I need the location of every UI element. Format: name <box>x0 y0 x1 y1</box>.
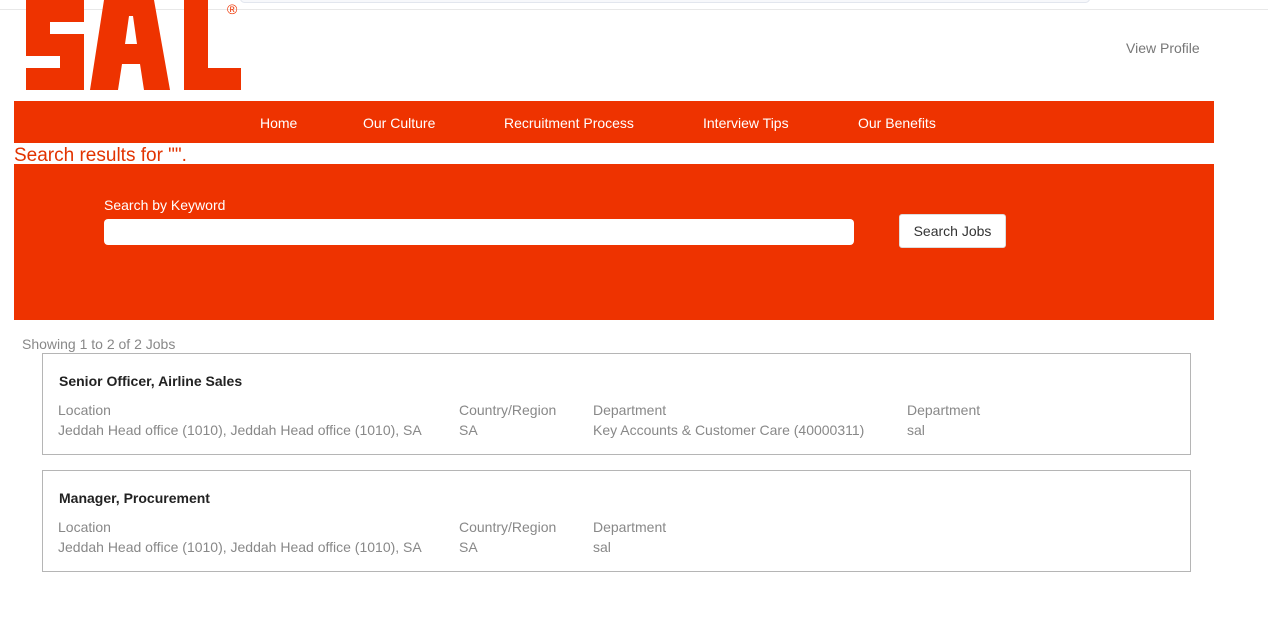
nav-recruitment-process[interactable]: Recruitment Process <box>504 115 634 131</box>
location-label: Location <box>58 402 111 418</box>
keyword-label: Search by Keyword <box>104 197 226 213</box>
department-value: sal <box>593 539 611 555</box>
country-region-value: SA <box>459 422 478 438</box>
keyword-search-input[interactable] <box>104 219 854 245</box>
search-jobs-button[interactable]: Search Jobs <box>899 214 1006 248</box>
address-bar-edge <box>240 0 1090 3</box>
sal-logo-mark <box>26 0 241 90</box>
department-label: Department <box>593 519 667 535</box>
nav-our-benefits[interactable]: Our Benefits <box>858 115 936 131</box>
department-label: Department <box>593 402 667 418</box>
country-region-label: Country/Region <box>459 519 557 535</box>
country-region-value: SA <box>459 539 478 555</box>
location-label: Location <box>58 519 111 535</box>
nav-our-culture[interactable]: Our Culture <box>363 115 435 131</box>
location-value: Jeddah Head office (1010), Jeddah Head o… <box>58 539 422 555</box>
registered-mark: ® <box>227 1 238 17</box>
location-value: Jeddah Head office (1010), Jeddah Head o… <box>58 422 422 438</box>
main-nav: Home Our Culture Recruitment Process Int… <box>14 101 1214 143</box>
sal-logo[interactable]: ® <box>24 0 249 92</box>
job-title-link[interactable]: Manager, Procurement <box>59 490 210 506</box>
department-label: Department <box>907 402 981 418</box>
nav-interview-tips[interactable]: Interview Tips <box>703 115 789 131</box>
department-value: sal <box>907 422 925 438</box>
search-panel: Search by Keyword Search Jobs <box>14 164 1214 320</box>
country-region-label: Country/Region <box>459 402 557 418</box>
results-summary: Showing 1 to 2 of 2 Jobs <box>22 336 176 352</box>
job-title-link[interactable]: Senior Officer, Airline Sales <box>59 373 242 389</box>
job-card: Manager, Procurement Location Jeddah Hea… <box>42 470 1191 572</box>
nav-home[interactable]: Home <box>260 115 297 131</box>
department-value: Key Accounts & Customer Care (40000311) <box>593 422 865 438</box>
view-profile-link[interactable]: View Profile <box>1126 40 1200 56</box>
job-card: Senior Officer, Airline Sales Location J… <box>42 353 1191 455</box>
